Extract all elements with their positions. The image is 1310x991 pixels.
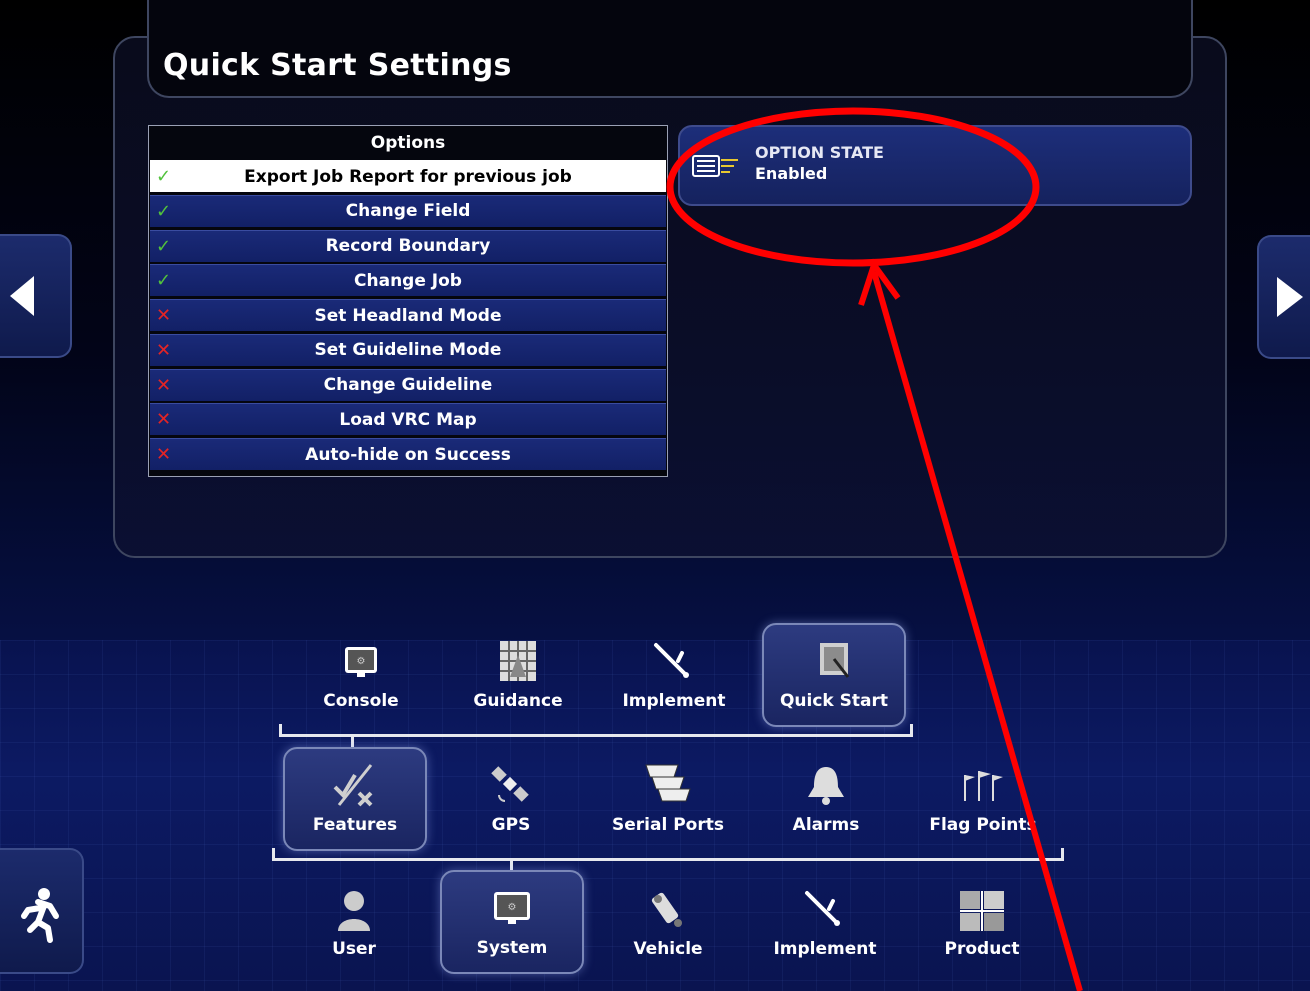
- list-icon: [692, 155, 738, 177]
- next-page-button[interactable]: [1257, 235, 1310, 359]
- exit-button[interactable]: [0, 848, 84, 974]
- option-row-record-boundary[interactable]: ✓ Record Boundary: [150, 229, 666, 262]
- option-label: Auto-hide on Success: [305, 444, 511, 465]
- check-icon: ✓: [156, 270, 172, 292]
- running-man-icon: [21, 888, 59, 943]
- cross-icon: ✕: [156, 409, 172, 431]
- nav-features[interactable]: Features: [283, 747, 427, 851]
- nav-product[interactable]: Product: [912, 873, 1052, 973]
- nav-label: Serial Ports: [612, 815, 724, 835]
- nav-label: GPS: [491, 815, 531, 835]
- nav-label: Alarms: [792, 815, 860, 835]
- option-label: Set Guideline Mode: [314, 340, 502, 361]
- option-label: Change Field: [345, 201, 471, 222]
- nav-flag-points[interactable]: Flag Points: [913, 749, 1053, 849]
- nav-user[interactable]: User: [284, 873, 424, 973]
- nav-system[interactable]: ⚙ System: [440, 870, 584, 974]
- serial-port-icon: [645, 764, 691, 802]
- nav-quick-start[interactable]: Quick Start: [762, 623, 906, 727]
- options-list: Options ✓ Export Job Report for previous…: [148, 125, 668, 477]
- arrow-right-icon: [1277, 277, 1303, 317]
- nav-label: Guidance: [473, 691, 563, 711]
- option-label: Export Job Report for previous job: [244, 166, 572, 187]
- option-label: Change Guideline: [323, 375, 493, 395]
- nav-label: Quick Start: [779, 691, 889, 711]
- arrow-left-icon: [10, 276, 34, 316]
- cross-icon: ✕: [156, 305, 172, 326]
- nav-label: Flag Points: [929, 815, 1037, 835]
- option-row-change-guideline[interactable]: ✕ Change Guideline: [150, 368, 666, 401]
- nav-bracket: [279, 724, 913, 737]
- option-state-box[interactable]: OPTION STATE Enabled: [678, 125, 1192, 206]
- nav-alarms[interactable]: Alarms: [756, 749, 896, 849]
- nav-label: Implement: [773, 939, 877, 959]
- nav-implement-product[interactable]: Implement: [755, 873, 895, 973]
- svg-text:⚙: ⚙: [357, 656, 366, 667]
- option-row-export-job-report[interactable]: ✓ Export Job Report for previous job: [150, 160, 666, 192]
- option-label: Set Headland Mode: [314, 305, 502, 326]
- option-label: Change Job: [354, 270, 462, 291]
- cross-icon: ✕: [156, 339, 172, 361]
- nav-gps[interactable]: GPS: [441, 749, 581, 849]
- options-header: Options: [149, 126, 667, 160]
- flags-icon: [964, 771, 1003, 801]
- check-icon: ✓: [156, 200, 172, 222]
- features-icon: [333, 764, 373, 807]
- option-state-value: Enabled: [755, 164, 828, 183]
- console-icon: ⚙: [345, 647, 377, 677]
- nav-console[interactable]: ⚙ Console: [291, 625, 431, 725]
- nav-label: Implement: [622, 691, 726, 711]
- check-icon: ✓: [156, 235, 172, 257]
- option-row-change-job[interactable]: ✓ Change Job: [150, 264, 666, 297]
- previous-page-button[interactable]: [0, 234, 72, 358]
- implement-icon: [805, 891, 840, 926]
- option-row-change-field[interactable]: ✓ Change Field: [150, 194, 666, 227]
- user-icon: [338, 891, 370, 931]
- nav-vehicle[interactable]: Vehicle: [598, 873, 738, 973]
- check-icon: ✓: [156, 166, 172, 187]
- option-state-label: OPTION STATE: [755, 143, 884, 162]
- option-row-load-vrc-map[interactable]: ✕ Load VRC Map: [150, 403, 666, 436]
- nav-label: Product: [944, 939, 1020, 959]
- nav-bracket: [272, 848, 1064, 861]
- svg-text:⚙: ⚙: [508, 902, 517, 913]
- quick-start-icon: [820, 643, 850, 678]
- nav-guidance[interactable]: Guidance: [448, 625, 588, 725]
- guidance-icon: [500, 641, 536, 681]
- bell-icon: [808, 767, 844, 805]
- implement-icon: [654, 643, 689, 678]
- cross-icon: ✕: [156, 444, 172, 465]
- page-title: Quick Start Settings: [163, 48, 512, 83]
- nav-implement[interactable]: Implement: [604, 625, 744, 725]
- nav-label: System: [476, 938, 548, 958]
- satellite-icon: [491, 766, 529, 802]
- nav-label: Features: [312, 815, 398, 835]
- option-row-set-guideline-mode[interactable]: ✕ Set Guideline Mode: [150, 333, 666, 366]
- product-icon: [960, 891, 1004, 931]
- nav-label: Vehicle: [633, 939, 703, 959]
- option-row-set-headland-mode[interactable]: ✕ Set Headland Mode: [150, 299, 666, 331]
- option-label: Record Boundary: [325, 236, 491, 256]
- cross-icon: ✕: [156, 374, 172, 396]
- option-row-auto-hide-on-success[interactable]: ✕ Auto-hide on Success: [150, 438, 666, 470]
- system-icon: ⚙: [494, 892, 530, 924]
- option-label: Load VRC Map: [339, 409, 477, 430]
- nav-label: Console: [323, 691, 399, 711]
- vehicle-icon: [651, 892, 682, 927]
- nav-serial-ports[interactable]: Serial Ports: [598, 749, 738, 849]
- nav-label: User: [332, 939, 376, 959]
